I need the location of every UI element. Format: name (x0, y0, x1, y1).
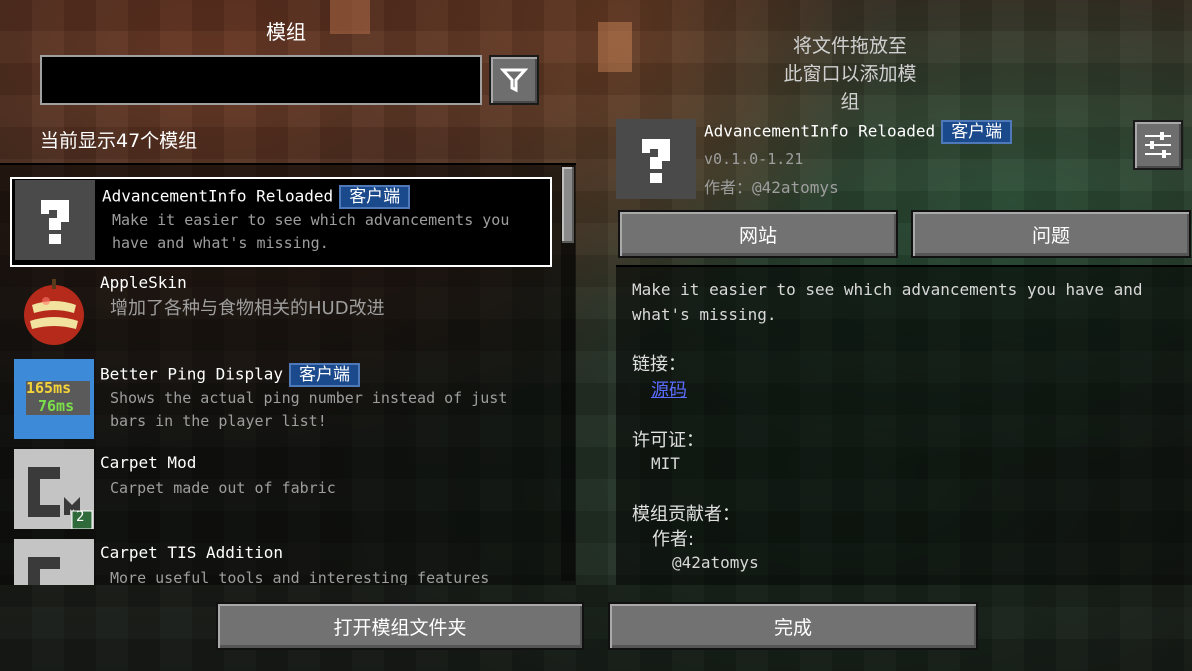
license-label: 许可证： (632, 430, 704, 451)
mod-description: Shows the actual ping number instead of … (110, 389, 508, 430)
scrollbar-thumb[interactable] (562, 167, 574, 243)
client-badge: 客户端 (941, 120, 1013, 144)
footer-bar (0, 585, 1192, 671)
mod-list-item-carpetmod[interactable]: 2 Carpet Mod Carpet made out of fabric (10, 447, 550, 533)
contributors-label: 模组贡献者： (632, 504, 740, 525)
page-title: 模组 (266, 20, 306, 44)
search-input[interactable] (40, 55, 482, 105)
open-mods-folder-button[interactable]: 打开模组文件夹 (216, 602, 584, 650)
detail-version: v0.1.0-1.21 (704, 150, 804, 168)
mod-list-item-appleskin[interactable]: AppleSkin 增加了各种与食物相关的HUD改进 (10, 267, 550, 353)
carpet-icon (14, 539, 94, 585)
mod-list-item-betterping[interactable]: 165ms 76ms Better Ping Display 客户端 Shows … (10, 357, 550, 443)
mod-count-label: 当前显示47个模组 (40, 130, 198, 152)
mod-name: AdvancementInfo Reloaded (102, 186, 334, 206)
mod-name: AppleSkin (100, 273, 187, 292)
mod-name: Carpet TIS Addition (100, 543, 284, 562)
mod-description: Make it easier to see which advancements… (112, 211, 510, 252)
apple-icon (14, 269, 94, 349)
author-label: 作者: (652, 529, 695, 550)
mod-list-item-advancementinfo[interactable]: AdvancementInfo Reloaded 客户端 Make it easi… (10, 177, 552, 267)
sliders-icon (1145, 132, 1171, 158)
detail-author: 作者：@42atomys (704, 178, 839, 197)
filter-icon (500, 68, 528, 93)
mod-description: Carpet made out of fabric (110, 479, 336, 497)
detail-mod-name: AdvancementInfo Reloaded (704, 121, 936, 141)
client-badge: 客户端 (289, 363, 361, 387)
question-mark-icon (616, 119, 696, 199)
issues-button[interactable]: 问题 (911, 210, 1191, 258)
website-button[interactable]: 网站 (618, 210, 898, 258)
mod-name: Carpet Mod (100, 453, 197, 472)
carpet-icon: 2 (14, 449, 94, 530)
mod-description: 增加了各种与食物相关的HUD改进 (110, 298, 385, 319)
ping-icon: 165ms 76ms (14, 359, 94, 439)
author-value: @42atomys (672, 553, 759, 572)
config-button[interactable] (1133, 120, 1183, 170)
done-button[interactable]: 完成 (608, 602, 978, 650)
links-label: 链接： (632, 354, 686, 375)
question-mark-icon (15, 180, 95, 260)
filter-button[interactable] (489, 55, 539, 105)
mod-list[interactable]: AdvancementInfo Reloaded 客户端 Make it easi… (0, 163, 576, 585)
detail-description: Make it easier to see which advancements… (632, 280, 1143, 324)
client-badge: 客户端 (339, 185, 411, 209)
drop-hint: 将文件拖放至 此窗口以添加模组 (783, 35, 917, 113)
license-value: MIT (651, 454, 680, 473)
mod-name: Better Ping Display (100, 364, 284, 384)
mod-description: More useful tools and interesting featur… (110, 569, 490, 585)
mod-list-item-carpettis[interactable]: Carpet TIS Addition More useful tools an… (10, 537, 550, 585)
background-window (598, 22, 632, 72)
source-link[interactable]: 源码 (651, 376, 687, 402)
